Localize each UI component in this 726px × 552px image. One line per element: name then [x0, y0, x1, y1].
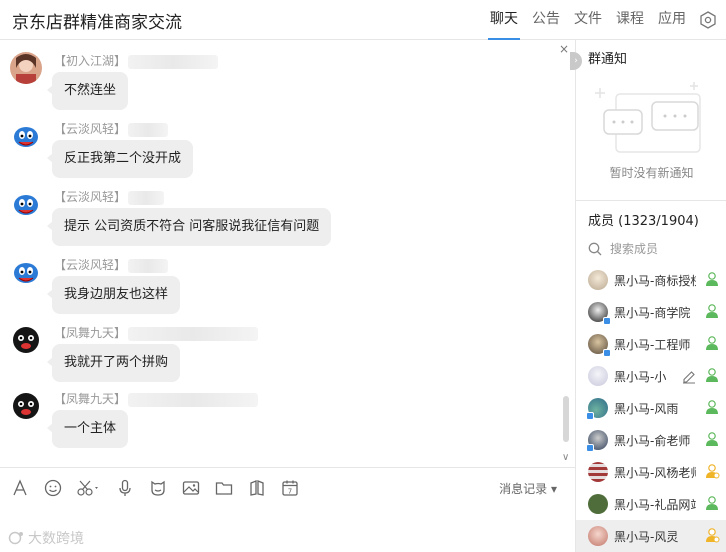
- sticker-icon[interactable]: [148, 478, 168, 498]
- tab-courses[interactable]: 课程: [616, 0, 644, 40]
- edit-icon[interactable]: [682, 369, 696, 388]
- divider: [576, 200, 726, 201]
- member-item[interactable]: 黑小马-风杨老师: [576, 456, 726, 488]
- calendar-icon[interactable]: 7: [280, 478, 300, 498]
- avatar[interactable]: [10, 188, 42, 220]
- tab-apps[interactable]: 应用: [658, 0, 686, 40]
- member-name: 黑小马-风杨老师: [614, 465, 696, 480]
- message-sender: 【凤舞九天】: [54, 324, 259, 341]
- folder-icon[interactable]: [214, 478, 234, 498]
- scroll-down-icon[interactable]: ∨: [562, 452, 569, 463]
- app-icon[interactable]: [247, 478, 267, 498]
- avatar[interactable]: [10, 120, 42, 152]
- avatar: [588, 366, 608, 386]
- avatar: [588, 270, 608, 290]
- member-item[interactable]: 黑小马-风灵: [576, 520, 726, 552]
- avatar: [588, 526, 608, 546]
- member-item[interactable]: 黑小马-礼品网站: [576, 488, 726, 520]
- admin-icon: [704, 335, 720, 355]
- avatar[interactable]: [10, 256, 42, 288]
- tab-chat[interactable]: 聊天: [488, 0, 520, 40]
- avatar: [588, 302, 611, 325]
- admin-icon: [704, 367, 720, 387]
- member-item[interactable]: 黑小马-工程师: [576, 328, 726, 360]
- message-sender: 【云淡风轻】: [54, 188, 165, 205]
- avatar: [586, 430, 608, 452]
- member-name: 黑小马-俞老师: [614, 433, 691, 448]
- close-icon[interactable]: ×: [559, 42, 569, 56]
- badge: [603, 317, 611, 325]
- emoji-icon[interactable]: [43, 478, 63, 498]
- history-button[interactable]: 消息记录 ▾: [499, 480, 557, 497]
- avatar[interactable]: [10, 324, 42, 356]
- admin-icon: [704, 271, 720, 291]
- member-item[interactable]: 黑小马-俞老师: [576, 424, 726, 456]
- message-bubble: 反正我第二个没开成: [46, 140, 194, 178]
- tab-announcement[interactable]: 公告: [532, 0, 560, 40]
- badge: [603, 349, 611, 357]
- collapse-panel-button[interactable]: ›: [570, 52, 582, 70]
- screenshot-icon[interactable]: [76, 478, 102, 498]
- header-tabs: 聊天 公告 文件 课程 应用: [476, 0, 718, 40]
- chat-header: 京东店群精准商家交流 聊天 公告 文件 课程 应用: [0, 0, 726, 40]
- notice-title: 群通知: [588, 52, 628, 67]
- avatar[interactable]: [10, 390, 42, 422]
- search-icon: [588, 242, 602, 255]
- watermark: 大数跨境: [8, 528, 84, 548]
- chat-scrollbar[interactable]: [563, 396, 569, 442]
- avatar: [588, 334, 611, 357]
- message-sender: 【初入江湖】: [54, 52, 219, 69]
- message-sender: 【云淡风轻】: [54, 256, 169, 273]
- tab-files[interactable]: 文件: [574, 0, 602, 40]
- member-item[interactable]: 黑小马-商学院: [576, 296, 726, 328]
- group-side-panel: › 群通知 暂时没有新通知 成员 (1323/1904) 搜索成员 黑小马-商标…: [570, 40, 726, 552]
- admin-icon: [704, 303, 720, 323]
- member-name: 黑小马-工程师: [614, 337, 691, 352]
- avatar[interactable]: [10, 52, 42, 84]
- message-sender: 【云淡风轻】: [54, 120, 169, 137]
- message-bubble: 提示 公司资质不符合 问客服说我征信有问题: [46, 208, 332, 246]
- member-item[interactable]: 黑小马-小: [576, 360, 726, 392]
- member-search-input[interactable]: 搜索成员: [588, 240, 658, 257]
- font-icon[interactable]: [10, 478, 30, 498]
- message-bubble: 我身边朋友也这样: [46, 276, 181, 314]
- member-item[interactable]: 黑小马-风雨: [576, 392, 726, 424]
- chat-message-area: × 【初入江湖】 不然连坐 【云淡风轻】 反正我第二个没开成 【云淡风轻】 提示…: [0, 40, 575, 466]
- empty-notice-illustration: [590, 80, 714, 164]
- notice-empty-text: 暂时没有新通知: [609, 166, 694, 180]
- admin-icon: [704, 495, 720, 515]
- member-name: 黑小马-商标授权: [614, 273, 696, 288]
- avatar: [588, 462, 608, 482]
- owner-icon: [704, 463, 720, 483]
- badge: [586, 412, 594, 420]
- owner-icon: [704, 527, 720, 547]
- member-item[interactable]: 黑小马-商标授权: [576, 264, 726, 296]
- gear-icon[interactable]: [698, 10, 718, 30]
- image-icon[interactable]: [181, 478, 201, 498]
- members-title: 成员 (1323/1904): [588, 214, 699, 229]
- member-name: 黑小马-风雨: [614, 401, 679, 416]
- member-name: 黑小马-商学院: [614, 305, 691, 320]
- avatar: [588, 494, 608, 514]
- watermark-logo-icon: [8, 531, 23, 545]
- input-toolbar: 7 消息记录 ▾: [0, 467, 575, 507]
- mic-icon[interactable]: [115, 478, 135, 498]
- member-name: 黑小马-小: [614, 369, 667, 384]
- svg-text:7: 7: [288, 487, 292, 495]
- badge: [586, 444, 594, 452]
- member-name: 黑小马-风灵: [614, 529, 679, 544]
- admin-icon: [704, 431, 720, 451]
- admin-icon: [704, 399, 720, 419]
- message-sender: 【凤舞九天】: [54, 390, 259, 407]
- member-name: 黑小马-礼品网站: [614, 497, 696, 512]
- message-bubble: 我就开了两个拼购: [46, 344, 181, 382]
- avatar: [586, 398, 608, 420]
- chevron-down-icon: ▾: [550, 482, 557, 496]
- message-bubble: 不然连坐: [46, 72, 129, 110]
- group-title: 京东店群精准商家交流: [12, 13, 182, 33]
- message-bubble: 一个主体: [46, 410, 129, 448]
